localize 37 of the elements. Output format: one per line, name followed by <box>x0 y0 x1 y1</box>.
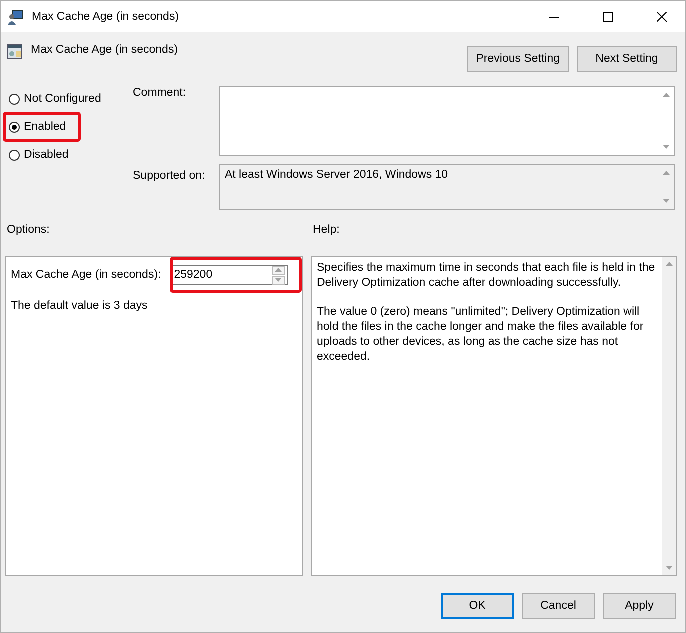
radio-option[interactable]: Enabled <box>9 118 66 136</box>
policy-setting-icon <box>7 44 23 60</box>
scroll-up-icon[interactable] <box>663 93 670 97</box>
help-paragraph: Specifies the maximum time in seconds that each file is held in the Delivery Optimization cache after downloading successfully. <box>317 261 656 291</box>
nav-button[interactable]: Next Setting <box>577 46 677 72</box>
spin-field[interactable]: 259200 <box>170 265 288 285</box>
maximize-icon[interactable] <box>603 12 613 22</box>
computer-user-icon <box>8 8 24 24</box>
scroll-up-icon[interactable] <box>666 262 672 266</box>
comment-label: Comment: <box>133 86 188 101</box>
close-icon[interactable] <box>657 12 667 22</box>
radio-option[interactable]: Disabled <box>9 146 69 164</box>
setting-title: Max Cache Age (in seconds) <box>31 44 180 56</box>
window-title: Max Cache Age (in seconds) <box>32 10 180 22</box>
dialog-button[interactable]: OK <box>441 593 514 619</box>
nav-button[interactable]: Previous Setting <box>467 46 569 72</box>
dialog-button[interactable]: Cancel <box>522 593 595 619</box>
spin-down-icon[interactable] <box>275 278 282 282</box>
radio-icon[interactable] <box>9 94 20 104</box>
scroll-down-icon[interactable] <box>666 566 672 570</box>
radio-icon[interactable] <box>9 122 20 132</box>
options-label: Options: <box>6 224 51 238</box>
radio-option[interactable]: Not Configured <box>9 90 102 108</box>
supported-on-label: Supported on: <box>133 169 206 184</box>
spin-up-icon[interactable] <box>275 268 282 272</box>
scroll-down-icon[interactable] <box>663 145 670 149</box>
help-paragraph: The value 0 (zero) means "unlimited"; Delivery Optimization will hold the files in the cache longer and make the files available for uploads to other devices, as long as the cache size has not exceeded. <box>317 305 645 365</box>
field-label: Max Cache Age (in seconds): <box>11 269 162 281</box>
dialog-button[interactable]: Apply <box>603 593 676 619</box>
scroll-up-icon[interactable] <box>663 171 670 175</box>
default-value-note: The default value is 3 days <box>11 300 149 312</box>
help-label: Help: <box>312 224 341 238</box>
scrollbar[interactable] <box>662 257 676 575</box>
scroll-down-icon[interactable] <box>663 199 670 203</box>
supported-on-value: At least Windows Server 2016, Windows 10 <box>225 169 448 183</box>
comment-field[interactable] <box>219 86 675 156</box>
radio-icon[interactable] <box>9 150 20 160</box>
